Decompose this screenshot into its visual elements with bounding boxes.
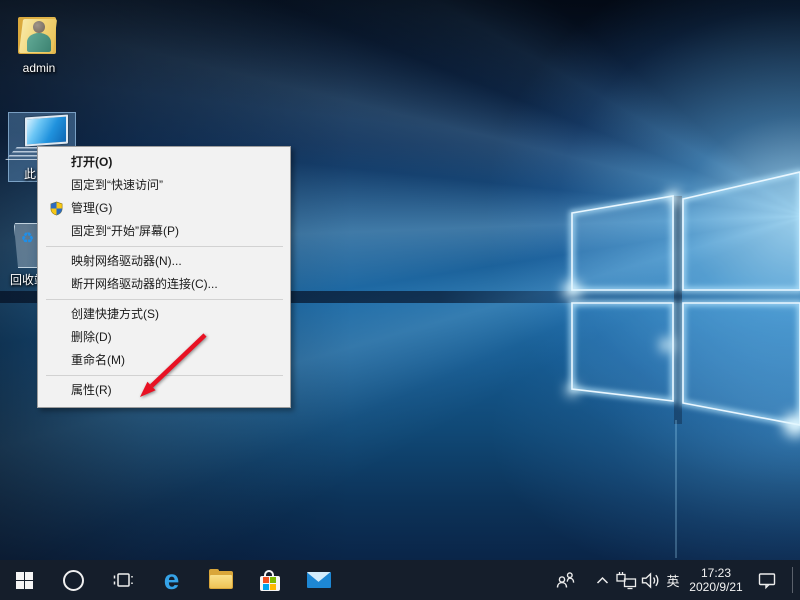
people-icon (555, 570, 577, 590)
cortana-button[interactable] (49, 560, 98, 600)
taskbar-left: e (0, 560, 343, 600)
store-button[interactable] (245, 560, 294, 600)
people-button[interactable] (554, 560, 578, 600)
windows-desktop: admin 此电脑 ♻ 回收站 打开(O) 固定到“快速访问” 管理(G) 固定… (0, 0, 800, 600)
task-view-button[interactable] (98, 560, 147, 600)
mail-icon (307, 572, 331, 588)
admin-label: admin (3, 61, 75, 75)
menu-item-manage[interactable]: 管理(G) (38, 197, 290, 220)
clock-date: 2020/9/21 (689, 580, 742, 594)
edge-button[interactable]: e (147, 560, 196, 600)
menu-item-rename[interactable]: 重命名(M) (38, 349, 290, 372)
clock-time: 17:23 (689, 566, 742, 580)
menu-item-properties[interactable]: 属性(R) (38, 379, 290, 402)
menu-item-create-shortcut[interactable]: 创建快捷方式(S) (38, 303, 290, 326)
menu-item-delete[interactable]: 删除(D) (38, 326, 290, 349)
this-pc-monitor-icon (25, 114, 68, 146)
menu-separator (46, 299, 283, 300)
volume-button[interactable] (638, 560, 662, 600)
edge-icon: e (164, 566, 180, 594)
action-center-button[interactable] (748, 560, 786, 600)
context-menu: 打开(O) 固定到“快速访问” 管理(G) 固定到“开始”屏幕(P) 映射网络驱… (37, 146, 291, 408)
menu-separator (46, 375, 283, 376)
start-button[interactable] (0, 560, 49, 600)
admin-person-body (27, 33, 51, 52)
menu-separator (46, 246, 283, 247)
show-hidden-icons-button[interactable] (590, 560, 614, 600)
file-explorer-button[interactable] (196, 560, 245, 600)
menu-item-pin-start[interactable]: 固定到“开始”屏幕(P) (38, 220, 290, 243)
system-tray: 英 17:23 2020/9/21 (554, 560, 800, 600)
store-icon (260, 576, 280, 591)
task-view-icon (112, 570, 134, 590)
menu-item-disconnect-network-drive[interactable]: 断开网络驱动器的连接(C)... (38, 273, 290, 296)
cortana-circle-icon (63, 570, 84, 591)
menu-item-manage-label: 管理(G) (71, 201, 112, 215)
menu-item-pin-quick-access[interactable]: 固定到“快速访问” (38, 174, 290, 197)
chevron-up-icon (596, 576, 609, 585)
taskbar: e (0, 560, 800, 600)
clock[interactable]: 17:23 2020/9/21 (684, 560, 748, 600)
admin-person-icon (33, 21, 45, 33)
network-icon (615, 571, 637, 590)
speaker-icon (640, 571, 661, 590)
show-desktop-button[interactable] (793, 560, 800, 600)
action-center-icon (757, 571, 778, 590)
file-explorer-icon (209, 571, 233, 589)
menu-item-map-network-drive[interactable]: 映射网络驱动器(N)... (38, 250, 290, 273)
network-button[interactable] (614, 560, 638, 600)
uac-shield-icon (49, 201, 64, 216)
menu-item-open[interactable]: 打开(O) (38, 151, 290, 174)
mail-button[interactable] (294, 560, 343, 600)
ime-indicator[interactable]: 英 (662, 560, 684, 600)
windows-logo-icon (16, 572, 33, 589)
